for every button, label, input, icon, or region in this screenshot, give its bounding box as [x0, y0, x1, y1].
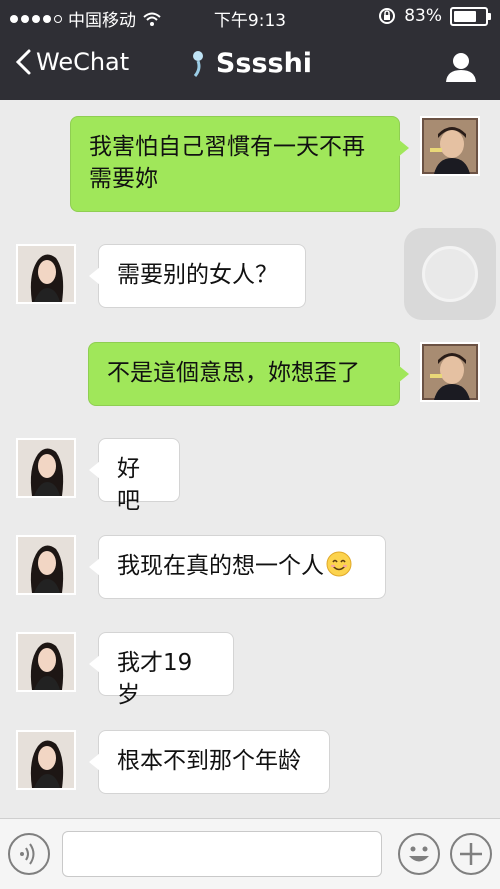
- emoji-icon: [409, 846, 429, 862]
- earphone-icon: [192, 50, 203, 77]
- rotation-lock-icon: [379, 8, 396, 24]
- plus-button[interactable]: [450, 833, 492, 875]
- voice-button[interactable]: [8, 833, 50, 875]
- message-bubble[interactable]: 我才19岁: [89, 632, 234, 708]
- message-input[interactable]: [62, 831, 382, 877]
- voice-icon: [20, 843, 35, 865]
- avatar[interactable]: [16, 244, 76, 304]
- battery-icon: [450, 6, 491, 26]
- status-bar: 中国移动 下午9:13 83%: [0, 0, 500, 34]
- smiley-emoji-icon: [326, 551, 352, 577]
- message-bubble[interactable]: 我现在真的想一个人: [89, 535, 386, 599]
- avatar[interactable]: [420, 342, 480, 402]
- message-bubble[interactable]: 需要别的女人？: [89, 244, 306, 308]
- top-bar: 中国移动 下午9:13 83% WeChat Sssshi: [0, 0, 500, 100]
- input-bar: [0, 818, 500, 889]
- assistive-touch-button[interactable]: [404, 228, 496, 320]
- avatar[interactable]: [16, 438, 76, 498]
- message-bubble[interactable]: 不是這個意思，妳想歪了: [88, 342, 409, 406]
- emoji-button[interactable]: [398, 833, 440, 875]
- contact-avatar-image: [18, 440, 74, 496]
- message-text: 需要别的女人？: [117, 262, 278, 288]
- avatar[interactable]: [16, 730, 76, 790]
- page-title: Sssshi: [215, 48, 313, 79]
- message-text: 我害怕自己習慣有一天不再需要妳: [89, 134, 365, 192]
- avatar[interactable]: [16, 632, 76, 692]
- contact-avatar-image: [18, 537, 74, 593]
- battery-info: 83%: [378, 6, 491, 26]
- avatar[interactable]: [16, 535, 76, 595]
- message-bubble[interactable]: 我害怕自己習慣有一天不再需要妳: [70, 116, 409, 212]
- plus-icon: [460, 843, 482, 865]
- contact-profile-icon[interactable]: [444, 50, 478, 84]
- message-bubble[interactable]: 好吧: [89, 438, 180, 514]
- contact-avatar-image: [18, 246, 74, 302]
- contact-avatar-image: [18, 634, 74, 690]
- message-text: 根本不到那个年龄: [117, 748, 301, 774]
- avatar[interactable]: [420, 116, 480, 176]
- message-text: 我现在真的想一个人: [117, 553, 324, 579]
- message-text: 不是這個意思，妳想歪了: [107, 360, 360, 386]
- message-text: 好吧: [117, 456, 140, 514]
- nav-bar: WeChat Sssshi: [0, 34, 500, 100]
- my-avatar-image: [422, 118, 478, 174]
- contact-avatar-image: [18, 732, 74, 788]
- my-avatar-image: [422, 344, 478, 400]
- battery-percent: 83%: [404, 6, 442, 26]
- message-bubble[interactable]: 根本不到那个年龄: [89, 730, 330, 794]
- message-text: 我才19岁: [117, 650, 193, 708]
